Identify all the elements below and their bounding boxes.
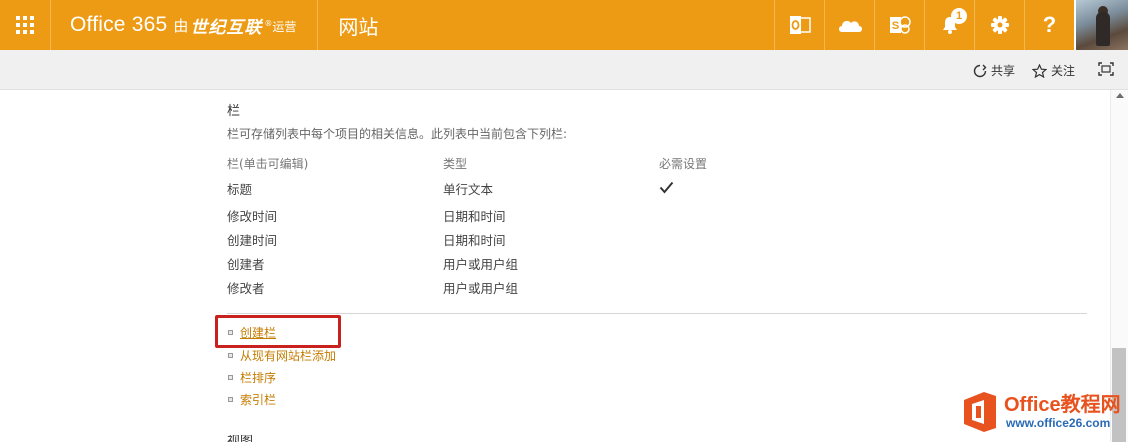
brand-suffix: ®运营 <box>264 18 296 35</box>
follow-button[interactable]: 关注 <box>1032 62 1075 79</box>
column-name-link[interactable]: 创建者 <box>227 254 265 273</box>
help-button[interactable]: ? <box>1024 0 1074 50</box>
watermark-url: www.office26.com <box>1006 416 1111 430</box>
column-type: 日期和时间 <box>443 233 506 248</box>
add-from-site-columns-label: 从现有网站栏添加 <box>240 349 337 363</box>
brand-by: 由 <box>173 16 189 35</box>
outlook-icon <box>789 16 811 34</box>
watermark: Office教程网 www.office26.com <box>960 390 1121 434</box>
help-icon: ? <box>1042 12 1057 37</box>
watermark-text: Office教程网 www.office26.com <box>1004 394 1121 430</box>
notifications-button[interactable]: 1 <box>924 0 974 50</box>
columns-section-title: 栏 <box>227 104 241 119</box>
site-title[interactable]: 网站 <box>318 0 378 50</box>
suite-bar: Office 365 由 世纪互联 ®运营 网站 S 1 ? <box>0 0 1128 50</box>
add-from-site-columns-link[interactable]: 从现有网站栏添加 <box>228 347 336 364</box>
settings-button[interactable] <box>974 0 1024 50</box>
share-icon <box>973 64 987 77</box>
share-label: 共享 <box>991 64 1016 78</box>
command-bar: 共享 关注 <box>0 50 1128 90</box>
focus-button[interactable] <box>1098 62 1118 76</box>
column-header-name: 栏(单击可编辑) <box>227 157 309 171</box>
brand-name: Office 365 <box>70 13 168 36</box>
follow-label: 关注 <box>1051 64 1076 78</box>
outlook-button[interactable] <box>774 0 824 50</box>
star-icon <box>1032 63 1047 78</box>
notification-badge: 1 <box>951 8 967 24</box>
sharepoint-button[interactable]: S <box>874 0 924 50</box>
column-name-link[interactable]: 创建时间 <box>227 230 277 249</box>
indexed-columns-label: 索引栏 <box>240 393 277 407</box>
gear-icon <box>990 16 1009 34</box>
column-type: 日期和时间 <box>443 209 506 224</box>
brand-link[interactable]: Office 365 由 世纪互联 ®运营 <box>51 0 319 50</box>
bullet-icon <box>228 353 233 358</box>
suite-spacer <box>378 0 774 50</box>
scroll-up-arrow-icon[interactable] <box>1116 93 1124 98</box>
bullet-icon <box>228 375 233 380</box>
columns-section-description: 栏可存储列表中每个项目的相关信息。此列表中当前包含下列栏: <box>227 127 568 141</box>
indexed-columns-link[interactable]: 索引栏 <box>228 391 276 408</box>
focus-icon <box>1098 62 1114 76</box>
avatar[interactable] <box>1074 0 1128 50</box>
column-header-required: 必需设置 <box>659 157 708 171</box>
share-button[interactable]: 共享 <box>973 62 1015 79</box>
views-section-title: 视图 <box>227 435 257 442</box>
app-launcher-icon <box>16 16 34 34</box>
brand-partner: 世纪互联 <box>190 17 263 38</box>
column-type: 用户或用户组 <box>443 281 519 296</box>
highlight-box <box>215 315 341 348</box>
checkmark-icon <box>659 181 674 194</box>
onedrive-button[interactable] <box>824 0 874 50</box>
column-name-link[interactable]: 修改者 <box>227 278 265 297</box>
column-header-type: 类型 <box>443 157 468 171</box>
column-name-link[interactable]: 修改时间 <box>227 206 277 225</box>
column-name-link[interactable]: 标题 <box>227 179 252 198</box>
office-logo-icon <box>964 392 996 432</box>
svg-text:S: S <box>891 20 898 32</box>
brand-suffix-text: 运营 <box>272 19 297 34</box>
main-content: 栏 栏可存储列表中每个项目的相关信息。此列表中当前包含下列栏: 栏(单击可编辑)… <box>0 90 1110 442</box>
sharepoint-icon: S <box>889 16 911 34</box>
column-ordering-label: 栏排序 <box>240 371 277 385</box>
column-type: 单行文本 <box>443 182 494 197</box>
section-divider <box>227 313 1087 314</box>
avatar-figure <box>1096 12 1110 46</box>
app-launcher-button[interactable] <box>0 0 51 50</box>
bullet-icon <box>228 397 233 402</box>
column-type: 用户或用户组 <box>443 257 519 272</box>
watermark-main: Office教程网 <box>1004 394 1121 416</box>
onedrive-icon <box>838 20 862 32</box>
column-ordering-link[interactable]: 栏排序 <box>228 369 276 386</box>
